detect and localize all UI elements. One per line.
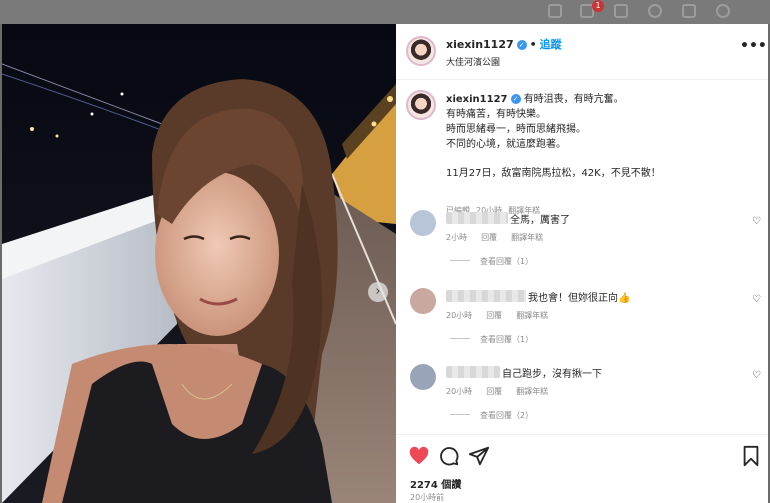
comment-text: 我也會！但妳很正向👍	[528, 293, 631, 304]
commenter-avatar[interactable]	[410, 364, 436, 390]
notification-badge: 1	[592, 0, 604, 12]
post-location[interactable]: 大佳河濱公園	[446, 55, 500, 68]
commenter-avatar[interactable]	[410, 288, 436, 314]
view-replies-button[interactable]: 查看回覆（1）	[450, 256, 533, 267]
author-username[interactable]: xiexin1127	[446, 38, 514, 51]
caption-line: 時而思緒尋一，時而思緒飛揚。	[446, 124, 586, 135]
view-replies-button[interactable]: 查看回覆（2）	[450, 410, 533, 421]
comment-time: 20小時	[446, 387, 473, 396]
verified-icon: ✓	[516, 40, 527, 50]
verified-icon: ✓	[510, 94, 521, 104]
comment-icon[interactable]	[438, 445, 460, 467]
comment-text: 自己跑步，沒有揪一下	[502, 369, 602, 380]
share-icon[interactable]	[468, 445, 490, 467]
comment-item: 全馬，厲害了 ♡ 2小時 回覆 翻譯年糕 查看回覆（1）	[396, 210, 768, 270]
activity-icon	[682, 4, 696, 18]
separator-dot: •	[529, 38, 537, 51]
follow-button[interactable]: 追蹤	[540, 38, 562, 51]
blurred-username	[446, 366, 500, 378]
backdrop-top-bar: 1	[0, 0, 770, 24]
heart-outline-icon[interactable]: ♡	[752, 216, 761, 227]
translate-link[interactable]: 翻譯年糕	[516, 311, 548, 320]
reply-button[interactable]: 回覆	[481, 233, 497, 242]
comment-item: 我也會！但妳很正向👍 ♡ 20小時 回覆 翻譯年糕 查看回覆（1）	[396, 288, 768, 348]
caption-username[interactable]: xiexin1127	[446, 94, 508, 105]
author-avatar[interactable]	[406, 36, 436, 66]
view-replies-button[interactable]: 查看回覆（1）	[450, 334, 533, 345]
post-details-panel: xiexin1127 ✓ • 追蹤 大佳河濱公園 ••• xiexin1127 ✓ 有時…	[396, 24, 768, 503]
comment-item: 自己跑步，沒有揪一下 ♡ 20小時 回覆 翻譯年糕 查看回覆（2）	[396, 364, 768, 424]
home-icon	[548, 4, 562, 18]
explore-icon	[648, 4, 662, 18]
comment-time: 2小時	[446, 233, 468, 242]
commenter-avatar[interactable]	[410, 210, 436, 236]
post-modal: › xiexin1127 ✓ • 追蹤 大佳河濱公園 ••• xiexin1127 ✓ …	[2, 24, 768, 503]
translate-link[interactable]: 翻譯年糕	[516, 387, 548, 396]
selfie-image	[2, 24, 396, 503]
post-time: 20小時前	[410, 493, 445, 502]
caption-line: 有時沮喪，有時亢奮。	[523, 94, 624, 105]
reply-button[interactable]: 回覆	[486, 311, 502, 320]
heart-outline-icon[interactable]: ♡	[752, 370, 761, 381]
post-actions: 2274 個讚 20小時前	[396, 434, 768, 503]
post-header: xiexin1127 ✓ • 追蹤 大佳河濱公園 •••	[396, 24, 768, 80]
caption-line: 有時痛苦，有時快樂。	[446, 109, 546, 120]
reply-button[interactable]: 回覆	[486, 387, 502, 396]
profile-icon	[716, 4, 730, 18]
heart-filled-icon[interactable]	[408, 445, 430, 467]
more-options-icon[interactable]: •••	[740, 38, 767, 54]
caption-line: 11月27日，敌富南院馬拉松，42K，不見不散！	[446, 168, 661, 179]
caption-line: 不同的心境，就這麼跑著。	[446, 139, 566, 150]
blurred-username	[446, 290, 526, 302]
comment-time: 20小時	[446, 311, 473, 320]
heart-outline-icon[interactable]: ♡	[752, 294, 761, 305]
comment-text: 全馬，厲害了	[510, 215, 570, 226]
next-photo-button[interactable]: ›	[368, 282, 388, 302]
caption-avatar[interactable]	[406, 90, 436, 120]
bookmark-icon[interactable]	[740, 445, 762, 467]
like-count[interactable]: 2274 個讚	[410, 476, 461, 491]
create-icon	[614, 4, 628, 18]
post-photo: ›	[2, 24, 396, 503]
translate-link[interactable]: 翻譯年糕	[511, 233, 543, 242]
blurred-username	[446, 212, 508, 224]
